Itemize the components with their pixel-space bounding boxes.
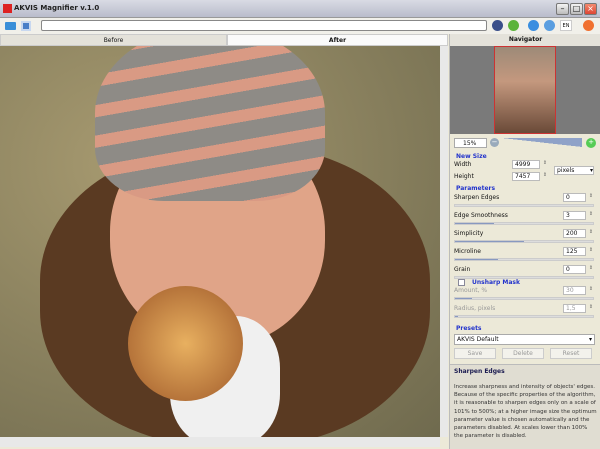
parameter-slider-fill bbox=[455, 241, 524, 242]
parameter-spinner[interactable]: ⇕ bbox=[587, 229, 595, 238]
zoom-select[interactable]: 15% bbox=[454, 138, 487, 148]
tab-before[interactable]: Before bbox=[0, 34, 227, 46]
height-input[interactable]: 7457 bbox=[512, 172, 540, 181]
presets-title: Presets bbox=[456, 325, 482, 332]
hat bbox=[95, 46, 325, 201]
chevron-down-icon: ▾ bbox=[588, 336, 592, 343]
radius-slider[interactable] bbox=[454, 315, 594, 318]
presets-select[interactable]: AKVIS Default ▾ bbox=[454, 334, 595, 345]
app-logo-icon bbox=[3, 4, 12, 13]
unsharp-mask-title: Unsharp Mask bbox=[472, 279, 520, 286]
navigator-thumbnail[interactable] bbox=[494, 46, 556, 134]
amount-fill bbox=[455, 298, 472, 299]
parameter-label: Edge Smoothness bbox=[454, 212, 508, 219]
unit-value: pixels bbox=[557, 167, 575, 174]
save-preset-button[interactable]: Save bbox=[454, 348, 496, 359]
parameter-slider[interactable] bbox=[454, 240, 594, 243]
minimize-button[interactable]: – bbox=[556, 3, 569, 15]
parameter-input[interactable]: 0 bbox=[563, 265, 586, 274]
zoom-value: 15% bbox=[463, 140, 477, 147]
horizontal-scrollbar[interactable] bbox=[0, 437, 440, 447]
help-icon[interactable] bbox=[544, 20, 555, 31]
navigator-preview[interactable] bbox=[450, 46, 600, 134]
amount-slider[interactable] bbox=[454, 297, 594, 300]
parameter-input[interactable]: 3 bbox=[563, 211, 586, 220]
parameters-title: Parameters bbox=[456, 185, 496, 192]
run-icon[interactable] bbox=[492, 20, 503, 31]
new-size-group: New Size Width 4999 ⇕ Height 7457 ⇕ pixe… bbox=[450, 152, 600, 184]
radius-label: Radius, pixels bbox=[454, 305, 496, 312]
parameter-slider[interactable] bbox=[454, 258, 594, 261]
window-title: AKVIS Magnifier v.1.0 bbox=[14, 4, 100, 12]
reset-preset-button[interactable]: Reset bbox=[550, 348, 592, 359]
parameter-label: Simplicity bbox=[454, 230, 484, 237]
unsharp-mask-checkbox[interactable] bbox=[458, 279, 465, 286]
parameter-label: Grain bbox=[454, 266, 471, 273]
parameter-label: Microline bbox=[454, 248, 481, 255]
height-spinner[interactable]: ⇕ bbox=[541, 172, 549, 181]
width-label: Width bbox=[454, 161, 472, 168]
open-icon[interactable] bbox=[5, 22, 16, 30]
amount-input[interactable]: 30 bbox=[563, 286, 586, 295]
new-size-title: New Size bbox=[456, 153, 487, 160]
help-text: Increase sharpness and intensity of obje… bbox=[454, 384, 597, 440]
parameter-label: Sharpen Edges bbox=[454, 194, 500, 201]
amount-spinner[interactable]: ⇕ bbox=[587, 286, 595, 295]
settings-panel: Navigator 15% − + New Size Width 4999 ⇕ … bbox=[449, 34, 600, 449]
parameter-spinner[interactable]: ⇕ bbox=[587, 265, 595, 274]
ornament bbox=[128, 286, 243, 401]
language-button[interactable]: EN bbox=[560, 20, 572, 31]
parameter-input[interactable]: 0 bbox=[563, 193, 586, 202]
delete-preset-button[interactable]: Delete bbox=[502, 348, 544, 359]
parameter-slider-fill bbox=[455, 259, 498, 260]
close-button[interactable]: × bbox=[584, 3, 597, 15]
navigator-header: Navigator bbox=[450, 34, 600, 46]
radius-input[interactable]: 1,5 bbox=[563, 304, 586, 313]
preferences-icon[interactable] bbox=[583, 20, 594, 31]
parameter-slider[interactable] bbox=[454, 204, 594, 207]
parameter-slider-fill bbox=[455, 223, 494, 224]
radius-spinner[interactable]: ⇕ bbox=[587, 304, 595, 313]
parameter-spinner[interactable]: ⇕ bbox=[587, 211, 595, 220]
parameter-spinner[interactable]: ⇕ bbox=[587, 193, 595, 202]
path-field[interactable] bbox=[41, 20, 487, 31]
chevron-down-icon: ▾ bbox=[589, 167, 593, 174]
presets-buttons: Save Delete Reset bbox=[454, 348, 599, 359]
unit-select[interactable]: pixels ▾ bbox=[554, 166, 594, 175]
width-input[interactable]: 4999 bbox=[512, 160, 540, 169]
amount-label: Amount, % bbox=[454, 287, 488, 294]
unsharp-mask-group: Unsharp Mask Amount, % 30 ⇕ Radius, pixe… bbox=[450, 278, 600, 323]
parameter-input[interactable]: 200 bbox=[563, 229, 586, 238]
radius-fill bbox=[455, 316, 458, 317]
info-icon[interactable] bbox=[528, 20, 539, 31]
parameter-slider[interactable] bbox=[454, 222, 594, 225]
parameter-input[interactable]: 125 bbox=[563, 247, 586, 256]
height-label: Height bbox=[454, 173, 474, 180]
width-spinner[interactable]: ⇕ bbox=[541, 160, 549, 169]
image-canvas[interactable] bbox=[0, 46, 440, 437]
zoom-out-icon[interactable]: − bbox=[490, 138, 499, 147]
presets-value: AKVIS Default bbox=[457, 336, 499, 343]
zoom-in-icon[interactable]: + bbox=[586, 138, 596, 148]
help-title: Sharpen Edges bbox=[454, 368, 505, 375]
vertical-scrollbar[interactable] bbox=[440, 46, 448, 437]
save-icon[interactable] bbox=[21, 21, 31, 31]
presets-group: Presets AKVIS Default ▾ Save Delete Reset bbox=[450, 325, 600, 361]
apply-icon[interactable] bbox=[508, 20, 519, 31]
maximize-button[interactable]: □ bbox=[570, 3, 583, 15]
help-panel: Sharpen Edges Increase sharpness and int… bbox=[450, 364, 600, 449]
parameter-spinner[interactable]: ⇕ bbox=[587, 247, 595, 256]
title-bar: AKVIS Magnifier v.1.0 – □ × bbox=[0, 0, 600, 18]
tab-after[interactable]: After bbox=[227, 34, 448, 46]
zoom-slider[interactable] bbox=[502, 138, 582, 147]
